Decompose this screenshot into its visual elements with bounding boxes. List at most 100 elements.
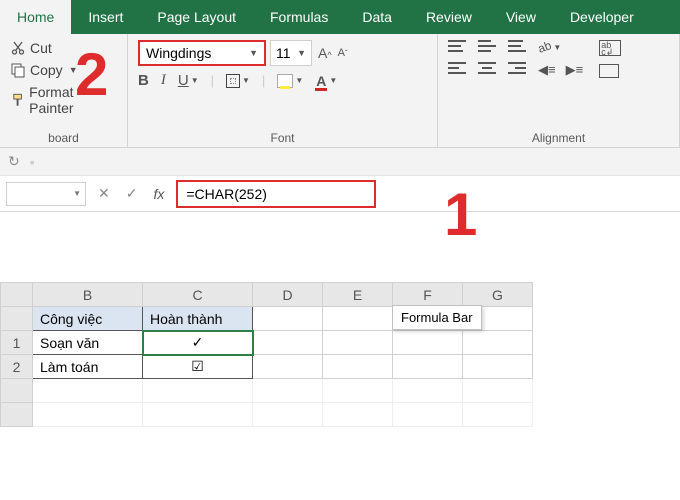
tooltip-formula-bar: Formula Bar [392,305,482,330]
cell[interactable] [143,403,253,427]
align-top-button[interactable] [448,40,466,54]
ribbon-tabs: Home Insert Page Layout Formulas Data Re… [0,0,680,34]
chevron-down-icon: ▼ [191,76,199,85]
tab-data[interactable]: Data [345,0,409,34]
cell[interactable] [253,355,323,379]
row-header-empty[interactable] [1,403,33,427]
select-all-cell[interactable] [1,283,33,307]
chevron-down-icon: ▼ [242,76,250,85]
row-header-1[interactable]: 1 [1,331,33,355]
italic-button[interactable]: I [161,72,166,89]
cell-b1[interactable]: Soạn văn [33,331,143,355]
tab-view[interactable]: View [489,0,553,34]
cancel-formula-button[interactable]: ✕ [94,185,114,202]
copy-icon [10,62,26,78]
tab-review[interactable]: Review [409,0,489,34]
cell[interactable] [253,403,323,427]
fx-icon[interactable]: fx [149,186,168,202]
increase-font-size-button[interactable]: A^ [318,45,332,61]
scissors-icon [10,40,26,56]
cell[interactable] [143,379,253,403]
increase-indent-button[interactable]: ▶≡ [566,62,584,78]
border-button[interactable]: ▼ [226,74,250,88]
chevron-down-icon: ▼ [553,43,561,52]
formula-value: =CHAR(252) [186,186,267,202]
cell[interactable] [393,331,463,355]
column-header-b[interactable]: B [33,283,143,307]
cell-c2[interactable]: ☑ [143,355,253,379]
quick-access-bar: ↻ ▪ [0,148,680,176]
cell[interactable] [253,307,323,331]
formula-input[interactable]: =CHAR(252) [176,180,376,208]
separator: ▪ [30,154,35,170]
redo-button[interactable]: ↻ [8,153,20,170]
bold-button[interactable]: B [138,72,149,89]
cell[interactable] [323,331,393,355]
border-icon [226,74,240,88]
tab-formulas[interactable]: Formulas [253,0,345,34]
align-right-button[interactable] [508,62,526,76]
column-header-g[interactable]: G [463,283,533,307]
row-header-2[interactable]: 2 [1,355,33,379]
header-cell-c[interactable]: Hoàn thành [143,307,253,331]
decrease-indent-button[interactable]: ◀≡ [538,62,556,78]
tab-insert[interactable]: Insert [71,0,140,34]
align-bottom-button[interactable] [508,40,526,54]
cell[interactable] [463,331,533,355]
copy-label: Copy [30,62,63,78]
tab-page-layout[interactable]: Page Layout [140,0,253,34]
annotation-1: 1 [444,180,477,249]
column-header-e[interactable]: E [323,283,393,307]
cell[interactable] [323,379,393,403]
column-header-d[interactable]: D [253,283,323,307]
cell-c1-selected[interactable]: ✓ [143,331,253,355]
align-left-button[interactable] [448,62,466,76]
enter-formula-button[interactable]: ✓ [122,185,142,202]
cell[interactable] [33,403,143,427]
font-size-value: 11 [276,45,291,61]
fill-color-button[interactable]: ▼ [277,74,303,88]
alignment-group-title: Alignment [448,128,669,145]
cell[interactable] [463,379,533,403]
cell[interactable] [323,355,393,379]
chevron-down-icon: ▼ [329,76,337,85]
cut-label: Cut [30,40,52,56]
font-name-value: Wingdings [146,45,211,61]
font-color-button[interactable]: A▼ [315,73,337,89]
decrease-font-size-button[interactable]: Aˇ [338,47,348,59]
tab-home[interactable]: Home [0,0,71,34]
cell[interactable] [463,355,533,379]
tab-developer[interactable]: Developer [553,0,651,34]
column-header-f[interactable]: F [393,283,463,307]
header-cell-b[interactable]: Công việc [33,307,143,331]
merge-center-button[interactable] [599,64,621,78]
wrap-text-button[interactable]: abc↲ [599,40,621,56]
cell-b2[interactable]: Làm toán [33,355,143,379]
orientation-icon: ab [536,38,553,56]
orientation-button[interactable]: ab▼ [538,40,583,54]
cell[interactable] [463,403,533,427]
column-header-c[interactable]: C [143,283,253,307]
separator: | [262,73,265,88]
formula-bar: ▼ ✕ ✓ fx =CHAR(252) [0,176,680,212]
brush-icon [10,92,25,108]
align-center-button[interactable] [478,62,496,76]
name-box[interactable]: ▼ [6,182,86,206]
underline-button[interactable]: U▼ [178,72,199,89]
fill-icon [277,74,293,88]
cell[interactable] [253,379,323,403]
cell[interactable] [253,331,323,355]
cell[interactable] [393,403,463,427]
align-middle-button[interactable] [478,40,496,54]
cell[interactable] [33,379,143,403]
font-size-select[interactable]: 11 ▼ [270,40,312,66]
spreadsheet-grid[interactable]: B C D E F G Công việc Hoàn thành 1 Soạn … [0,212,680,427]
cell[interactable] [323,307,393,331]
row-header-blank[interactable] [1,307,33,331]
row-header-empty[interactable] [1,379,33,403]
cell[interactable] [393,355,463,379]
cell[interactable] [393,379,463,403]
chevron-down-icon: ▼ [295,76,303,85]
cell[interactable] [323,403,393,427]
font-name-select[interactable]: Wingdings ▼ [138,40,266,66]
